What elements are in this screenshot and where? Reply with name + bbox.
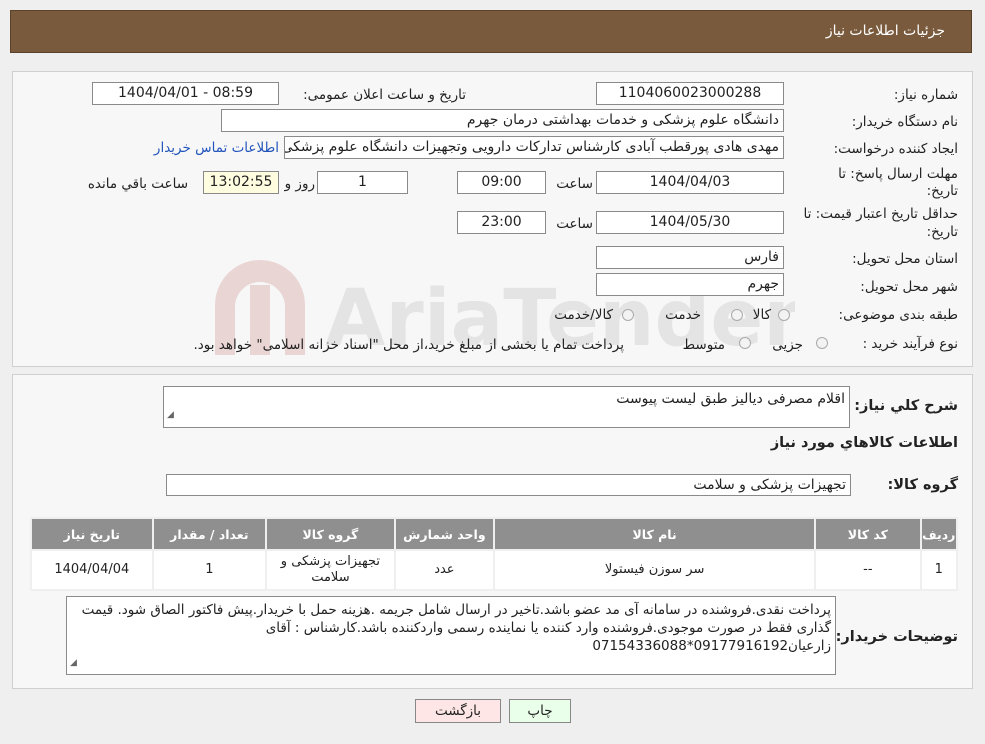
resize-handle-icon[interactable]: ◢ xyxy=(70,654,77,672)
need-description-label: شرح کلي نياز: xyxy=(854,398,958,414)
category-option-goods: کالا xyxy=(752,307,771,323)
cell-code: -- xyxy=(814,549,922,591)
col-code-header: کد کالا xyxy=(814,517,922,551)
need-description-field: اقلام مصرفی دیالیز طبق لیست پیوست ◢ xyxy=(163,386,850,428)
creator-field: مهدی هادی پورقطب آبادی کارشناس تدارکات د… xyxy=(284,136,784,159)
validity-date-field: 1404/05/30 xyxy=(596,211,784,234)
process-option-minor: جزیی xyxy=(772,337,803,353)
validity-label: حداقل تاریخ اعتبار قیمت: تا xyxy=(803,206,958,222)
process-label: نوع فرآیند خرید : xyxy=(862,336,958,352)
process-option-medium: متوسط xyxy=(682,337,725,353)
page-header: جزئیات اطلاعات نیاز xyxy=(10,10,972,53)
city-field: جهرم xyxy=(596,273,784,296)
need-description-text: اقلام مصرفی دیالیز طبق لیست پیوست xyxy=(616,391,845,407)
need-number-label: شماره نیاز: xyxy=(893,87,958,103)
resize-handle-icon[interactable]: ◢ xyxy=(167,405,174,425)
buyer-org-field: دانشگاه علوم پزشکی و خدمات بهداشتی درمان… xyxy=(221,109,784,132)
announce-label: تاریخ و ساعت اعلان عمومی: xyxy=(303,87,466,103)
goods-group-label: گروه کالا: xyxy=(887,477,958,493)
deadline-time-field: 09:00 xyxy=(457,171,546,194)
cell-group: تجهیزات پزشکی و سلامت xyxy=(265,549,396,591)
validity-time-label: ساعت xyxy=(556,216,593,232)
need-number-field: 1104060023000288 xyxy=(596,82,784,105)
category-label: طبقه بندی موضوعی: xyxy=(838,307,958,323)
days-label: روز و xyxy=(284,176,315,192)
deadline-label: مهلت ارسال پاسخ: تا xyxy=(838,166,958,182)
col-row-header: ردیف xyxy=(919,517,959,551)
remaining-time-field: 13:02:55 xyxy=(203,171,279,194)
category-radio-goods[interactable] xyxy=(778,309,790,321)
creator-label: ایجاد کننده درخواست: xyxy=(833,141,958,157)
category-option-service: خدمت xyxy=(665,307,701,323)
process-radio-medium[interactable] xyxy=(739,337,751,349)
buyer-contact-link[interactable]: اطلاعات تماس خریدار xyxy=(154,140,279,156)
print-button[interactable]: چاپ xyxy=(509,699,571,723)
province-label: استان محل تحویل: xyxy=(852,251,958,267)
remaining-label: ساعت باقي مانده xyxy=(87,176,188,192)
validity-time-field: 23:00 xyxy=(457,211,546,234)
page-title: جزئیات اطلاعات نیاز xyxy=(825,23,945,39)
table-header-row: ردیف کد کالا نام کالا واحد شمارش گروه کا… xyxy=(30,517,959,551)
items-heading: اطلاعات کالاهاي مورد نياز xyxy=(770,435,958,451)
goods-group-field: تجهیزات پزشکی و سلامت xyxy=(166,474,851,496)
category-option-goods-service: کالا/خدمت xyxy=(554,307,613,323)
category-radio-service[interactable] xyxy=(731,309,743,321)
items-table: ردیف کد کالا نام کالا واحد شمارش گروه کا… xyxy=(30,517,959,591)
col-qty-header: تعداد / مقدار xyxy=(151,517,268,551)
buyer-notes-text: پرداخت نقدی.فروشنده در سامانه آی مد عضو … xyxy=(81,602,831,654)
col-date-header: تاریخ نیاز xyxy=(30,517,154,551)
cell-row: 1 xyxy=(919,549,959,591)
validity-label-2: تاریخ: xyxy=(926,224,958,240)
city-label: شهر محل تحویل: xyxy=(860,279,958,295)
province-field: فارس xyxy=(596,246,784,269)
cell-unit: عدد xyxy=(393,549,496,591)
days-field: 1 xyxy=(317,171,408,194)
buyer-notes-field: پرداخت نقدی.فروشنده در سامانه آی مد عضو … xyxy=(66,596,836,675)
col-name-header: نام کالا xyxy=(493,517,817,551)
table-row: 1 -- سر سوزن فیستولا عدد تجهیزات پزشکی و… xyxy=(30,549,959,591)
deadline-label-2: تاریخ: xyxy=(926,183,958,199)
cell-name: سر سوزن فیستولا xyxy=(493,549,817,591)
col-unit-header: واحد شمارش xyxy=(393,517,496,551)
back-button[interactable]: بازگشت xyxy=(415,699,501,723)
buyer-org-label: نام دستگاه خریدار: xyxy=(851,114,958,130)
process-note: پرداخت تمام یا بخشی از مبلغ خرید،از محل … xyxy=(193,337,624,353)
announce-field: 1404/04/01 - 08:59 xyxy=(92,82,279,105)
col-group-header: گروه کالا xyxy=(265,517,396,551)
cell-date: 1404/04/04 xyxy=(30,549,154,591)
buyer-notes-label: توضیحات خریدار: xyxy=(835,629,958,645)
cell-qty: 1 xyxy=(151,549,268,591)
deadline-time-label: ساعت xyxy=(556,176,593,192)
process-radio-minor[interactable] xyxy=(816,337,828,349)
category-radio-goods-service[interactable] xyxy=(622,309,634,321)
deadline-date-field: 1404/04/03 xyxy=(596,171,784,194)
